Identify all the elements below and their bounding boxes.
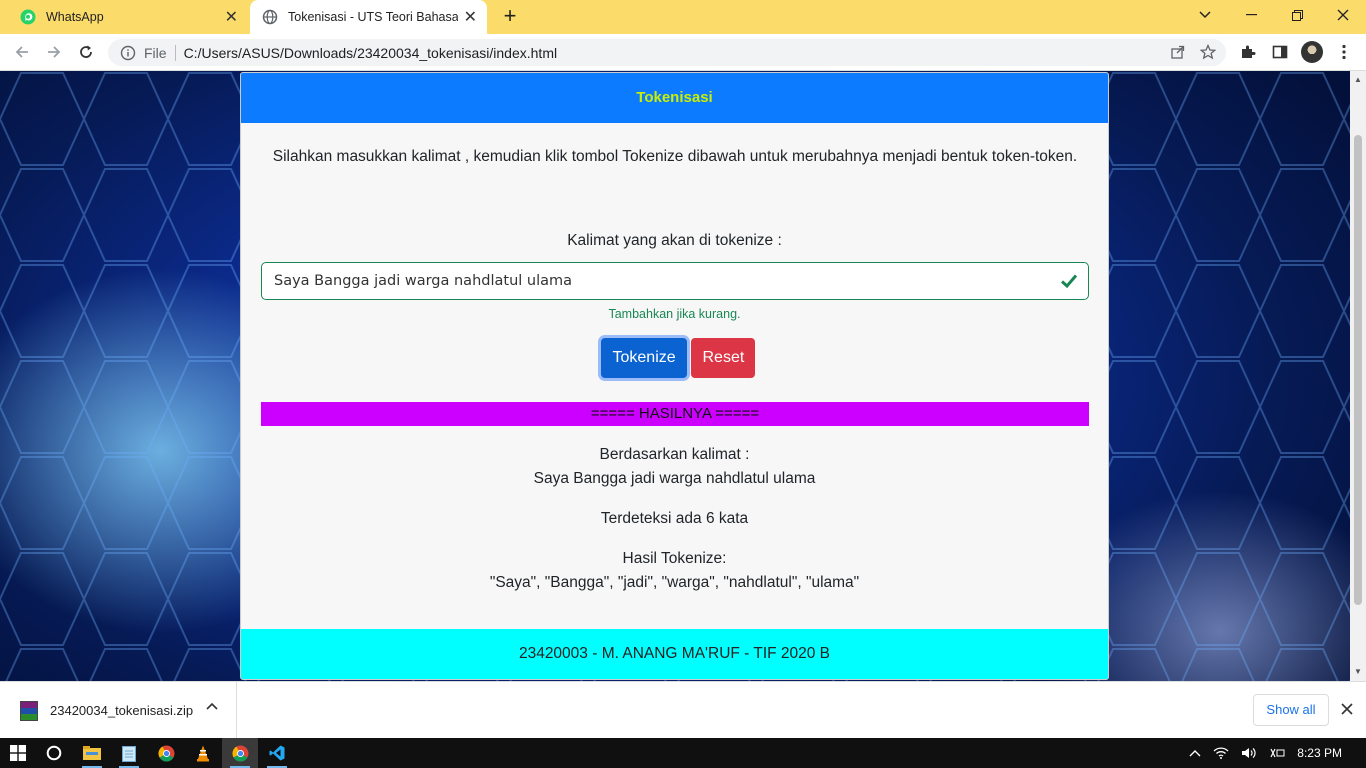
extensions-button[interactable] xyxy=(1237,41,1259,63)
reload-icon xyxy=(80,45,92,58)
reset-button[interactable]: Reset xyxy=(690,338,755,378)
close-icon[interactable]: ✕ xyxy=(225,7,238,27)
close-icon xyxy=(1337,9,1349,21)
word-count-text: Terdeteksi ada 6 kata xyxy=(600,510,749,527)
result-label: Hasil Tokenize: xyxy=(622,550,727,567)
chevron-up-icon[interactable] xyxy=(206,702,218,710)
sentence-input[interactable] xyxy=(262,263,1088,299)
close-icon[interactable]: ✕ xyxy=(464,7,477,27)
download-filename: 23420034_tokenisasi.zip xyxy=(50,703,194,718)
chrome-menu-button[interactable] xyxy=(1333,41,1355,63)
arrow-left-icon xyxy=(15,46,28,58)
cortana-button[interactable] xyxy=(36,738,72,768)
star-icon[interactable] xyxy=(1200,44,1216,60)
kebab-menu-icon xyxy=(1342,44,1346,60)
based-on-label: Berdasarkan kalimat : xyxy=(599,446,750,463)
download-item[interactable]: 23420034_tokenisasi.zip xyxy=(0,682,237,739)
button-row: Tokenize Reset xyxy=(241,338,1108,378)
notepad-button[interactable] xyxy=(111,738,147,768)
reload-button[interactable] xyxy=(74,40,98,64)
winrar-archive-icon xyxy=(20,700,38,721)
file-explorer-icon xyxy=(83,746,101,760)
tokenizer-card: Tokenisasi Silahkan masukkan kalimat , k… xyxy=(240,72,1109,680)
page-title: Tokenisasi xyxy=(241,73,1108,123)
close-window-button[interactable] xyxy=(1320,0,1366,30)
forward-button[interactable] xyxy=(42,40,66,64)
share-icon[interactable] xyxy=(1170,44,1186,60)
page-scrollbar[interactable]: ▲ ▼ xyxy=(1350,71,1366,681)
scrollbar-thumb[interactable] xyxy=(1354,135,1362,605)
new-tab-button[interactable]: + xyxy=(498,4,522,28)
vscode-button[interactable] xyxy=(259,738,295,768)
vscode-icon xyxy=(269,745,285,761)
chrome-active-button[interactable] xyxy=(222,738,258,768)
tab-title: Tokenisasi - UTS Teori Bahasa dan xyxy=(288,10,458,24)
chevron-up-icon[interactable] xyxy=(1189,749,1201,757)
side-panel-button[interactable] xyxy=(1269,41,1291,63)
restore-icon xyxy=(1291,9,1303,21)
based-on-value: Saya Bangga jadi warga nahdlatul ulama xyxy=(533,470,816,487)
notepad-icon xyxy=(122,745,136,762)
address-bar[interactable]: File C:/Users/ASUS/Downloads/23420034_to… xyxy=(108,39,1226,66)
arrow-right-icon xyxy=(48,46,61,58)
scroll-up-icon[interactable]: ▲ xyxy=(1354,75,1362,84)
tab-search-button[interactable] xyxy=(1182,0,1228,30)
tab-strip: WhatsApp ✕ Tokenisasi - UTS Teori Bahasa… xyxy=(0,0,1366,34)
tab-whatsapp[interactable]: WhatsApp ✕ xyxy=(8,0,248,34)
url-text[interactable]: C:/Users/ASUS/Downloads/23420034_tokenis… xyxy=(184,45,558,61)
show-all-button[interactable]: Show all xyxy=(1253,694,1329,726)
input-method-icon[interactable] xyxy=(1269,747,1285,759)
download-shelf: 23420034_tokenisasi.zip Show all xyxy=(0,681,1366,739)
browser-toolbar: File C:/Users/ASUS/Downloads/23420034_to… xyxy=(0,34,1366,71)
chrome-icon xyxy=(157,745,174,762)
chrome-button[interactable] xyxy=(148,738,184,768)
globe-icon xyxy=(262,9,278,25)
clock[interactable]: 8:23 PM xyxy=(1297,746,1342,760)
tab-tokenisasi[interactable]: Tokenisasi - UTS Teori Bahasa dan ✕ xyxy=(250,0,487,34)
cortana-icon xyxy=(46,745,62,761)
windows-taskbar: 8:23 PM xyxy=(0,738,1366,768)
vlc-button[interactable] xyxy=(185,738,221,768)
page-viewport: Tokenisasi Silahkan masukkan kalimat , k… xyxy=(0,71,1350,681)
tokenize-button[interactable]: Tokenize xyxy=(600,338,687,378)
file-explorer-button[interactable] xyxy=(74,738,110,768)
result-banner: ===== HASILNYA ===== xyxy=(261,402,1089,426)
whatsapp-icon xyxy=(20,9,36,25)
page-footer: 23420003 - M. ANANG MA'RUF - TIF 2020 B xyxy=(241,629,1108,679)
close-icon[interactable] xyxy=(1340,702,1354,716)
minimize-button[interactable] xyxy=(1228,0,1274,30)
tab-title: WhatsApp xyxy=(46,10,104,24)
minimize-icon xyxy=(1245,14,1257,16)
back-button[interactable] xyxy=(10,40,34,64)
chevron-down-icon xyxy=(1199,11,1211,19)
vlc-icon xyxy=(197,745,209,761)
puzzle-icon xyxy=(1242,45,1256,58)
scheme-label: File xyxy=(144,44,167,61)
intro-text: Silahkan masukkan kalimat , kemudian kli… xyxy=(272,148,1078,165)
check-icon xyxy=(1060,274,1078,289)
info-icon[interactable] xyxy=(120,45,136,61)
profile-avatar[interactable] xyxy=(1301,41,1323,63)
omnibox-actions xyxy=(1170,44,1216,60)
valid-feedback: Tambahkan jika kurang. xyxy=(608,307,741,321)
windows-logo-icon xyxy=(10,745,26,761)
divider xyxy=(174,44,176,61)
chrome-active-icon xyxy=(231,745,248,762)
wifi-icon[interactable] xyxy=(1213,747,1229,759)
scroll-down-icon[interactable]: ▼ xyxy=(1354,667,1362,676)
restore-button[interactable] xyxy=(1274,0,1320,30)
token-result: "Saya", "Bangga", "jadi", "warga", "nahd… xyxy=(489,574,860,591)
input-label: Kalimat yang akan di tokenize : xyxy=(567,232,782,249)
start-button[interactable] xyxy=(0,738,36,768)
side-panel-icon xyxy=(1272,45,1288,59)
sentence-input-wrapper xyxy=(261,262,1089,300)
volume-icon[interactable] xyxy=(1241,747,1257,759)
system-tray: 8:23 PM xyxy=(1189,738,1366,768)
